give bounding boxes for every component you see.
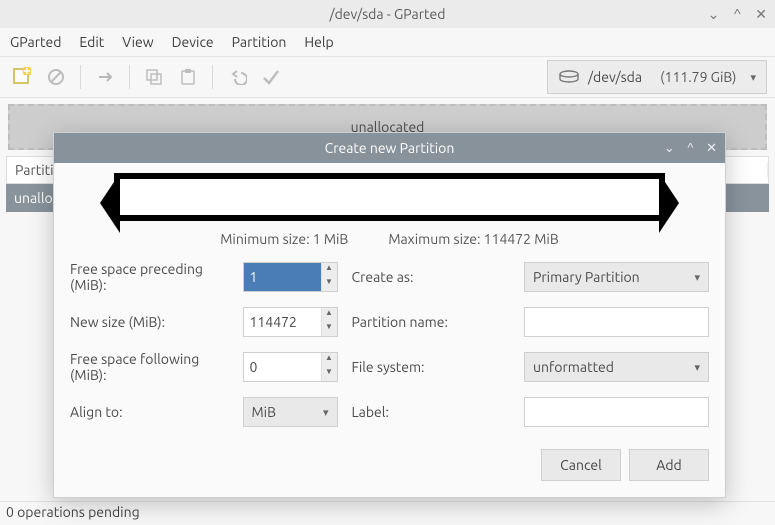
resize-handle-right[interactable] — [659, 173, 679, 233]
align-to-label: Align to: — [70, 404, 229, 420]
partition-name-label: Partition name: — [352, 314, 511, 330]
max-size-label: Maximum size: 114472 MiB — [388, 231, 558, 247]
dialog-min-icon[interactable]: ⌄ — [664, 141, 675, 156]
disk-device: /dev/sda — [588, 69, 642, 85]
free-following-input[interactable]: ▲▼ — [243, 352, 338, 382]
paste-icon[interactable] — [174, 63, 202, 91]
step-down-icon[interactable]: ▼ — [322, 367, 337, 381]
minimize-icon[interactable]: ⌄ — [708, 6, 720, 23]
menu-help[interactable]: Help — [304, 34, 333, 50]
filesystem-select[interactable]: unformatted — [524, 352, 709, 382]
partition-name-field[interactable] — [524, 307, 709, 337]
dialog-close-icon[interactable]: ✕ — [706, 141, 717, 156]
menubar: GParted Edit View Device Partition Help — [0, 28, 775, 56]
create-as-select[interactable]: Primary Partition — [524, 262, 709, 292]
new-size-label: New size (MiB): — [70, 314, 229, 330]
apply-icon[interactable] — [257, 63, 285, 91]
dialog-buttons: Cancel Add — [54, 437, 725, 497]
filesystem-label: File system: — [352, 359, 511, 375]
new-size-field[interactable] — [244, 308, 321, 336]
label-label: Label: — [352, 404, 511, 420]
statusbar: 0 operations pending — [0, 501, 775, 525]
new-partition-icon[interactable] — [8, 63, 36, 91]
status-text: 0 operations pending — [6, 504, 140, 520]
size-hints: Minimum size: 1 MiB Maximum size: 114472… — [54, 227, 725, 257]
resize-icon[interactable] — [91, 63, 119, 91]
disk-icon — [558, 69, 580, 85]
min-size-label: Minimum size: 1 MiB — [220, 231, 348, 247]
size-visualizer[interactable] — [114, 173, 665, 221]
dialog-titlebar: Create new Partition ⌄ ^ ✕ — [54, 133, 725, 163]
dialog-max-icon[interactable]: ^ — [687, 141, 694, 156]
chevron-down-icon: ▾ — [750, 71, 756, 84]
step-up-icon[interactable]: ▲ — [322, 353, 337, 367]
cancel-button[interactable]: Cancel — [541, 449, 621, 481]
free-preceding-input[interactable]: ▲▼ — [243, 262, 338, 292]
separator — [212, 65, 213, 89]
delete-icon[interactable] — [42, 63, 70, 91]
window-controls: ⌄ ^ ✕ — [708, 6, 767, 23]
create-partition-dialog: Create new Partition ⌄ ^ ✕ Minimum size:… — [53, 132, 726, 498]
menu-gparted[interactable]: GParted — [10, 34, 61, 50]
free-following-field[interactable] — [244, 353, 321, 381]
menu-partition[interactable]: Partition — [232, 34, 287, 50]
window-titlebar: /dev/sda - GParted ⌄ ^ ✕ — [0, 0, 775, 28]
separator — [129, 65, 130, 89]
undo-icon[interactable] — [223, 63, 251, 91]
free-preceding-field[interactable] — [244, 263, 321, 291]
resize-handle-left[interactable] — [100, 173, 120, 233]
step-up-icon[interactable]: ▲ — [322, 308, 337, 322]
add-button[interactable]: Add — [629, 449, 709, 481]
window-title: /dev/sda - GParted — [330, 6, 446, 22]
dialog-title: Create new Partition — [325, 140, 455, 156]
dialog-form: Free space preceding (MiB): ▲▼ Create as… — [54, 257, 725, 437]
close-icon[interactable]: ✕ — [755, 6, 767, 23]
align-to-select[interactable]: MiB — [243, 397, 338, 427]
new-size-input[interactable]: ▲▼ — [243, 307, 338, 337]
toolbar: /dev/sda (111.79 GiB) ▾ — [0, 56, 775, 98]
disk-size: (111.79 GiB) — [660, 69, 736, 85]
maximize-icon[interactable]: ^ — [733, 6, 741, 23]
disk-selector[interactable]: /dev/sda (111.79 GiB) ▾ — [547, 60, 767, 94]
menu-view[interactable]: View — [122, 34, 153, 50]
label-field[interactable] — [524, 397, 709, 427]
separator — [80, 65, 81, 89]
copy-icon[interactable] — [140, 63, 168, 91]
step-down-icon[interactable]: ▼ — [322, 322, 337, 336]
free-following-label: Free space following (MiB): — [70, 351, 229, 383]
step-up-icon[interactable]: ▲ — [322, 263, 337, 277]
free-preceding-label: Free space preceding (MiB): — [70, 261, 229, 293]
step-down-icon[interactable]: ▼ — [322, 277, 337, 291]
create-as-label: Create as: — [352, 269, 511, 285]
menu-device[interactable]: Device — [172, 34, 214, 50]
menu-edit[interactable]: Edit — [79, 34, 104, 50]
